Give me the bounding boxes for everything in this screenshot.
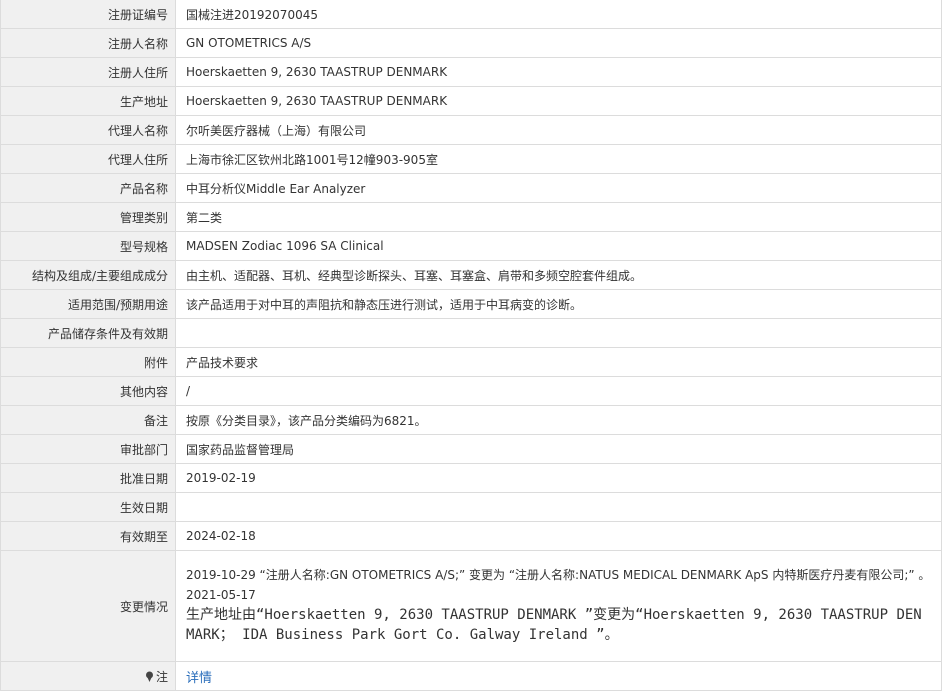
label-registrant-address: 注册人住所 bbox=[0, 57, 176, 87]
row-agent-name: 代理人名称 尔听美医疗器械（上海）有限公司 bbox=[0, 115, 942, 145]
row-change-history: 变更情况 2019-10-29 “注册人名称:GN OTOMETRICS A/S… bbox=[0, 550, 942, 662]
label-note: 注 bbox=[0, 661, 176, 691]
value-registrant-name: GN OTOMETRICS A/S bbox=[175, 28, 942, 58]
value-approval-department: 国家药品监督管理局 bbox=[175, 434, 942, 464]
value-other-content: / bbox=[175, 376, 942, 406]
label-agent-address: 代理人住所 bbox=[0, 144, 176, 174]
row-management-category: 管理类别 第二类 bbox=[0, 202, 942, 232]
label-storage-conditions: 产品储存条件及有效期 bbox=[0, 318, 176, 348]
value-storage-conditions bbox=[175, 318, 942, 348]
label-model-spec: 型号规格 bbox=[0, 231, 176, 261]
value-product-name: 中耳分析仪Middle Ear Analyzer bbox=[175, 173, 942, 203]
row-valid-until: 有效期至 2024-02-18 bbox=[0, 521, 942, 551]
value-agent-address: 上海市徐汇区钦州北路1001号12幢903-905室 bbox=[175, 144, 942, 174]
label-product-name: 产品名称 bbox=[0, 173, 176, 203]
label-remarks: 备注 bbox=[0, 405, 176, 435]
row-approval-department: 审批部门 国家药品监督管理局 bbox=[0, 434, 942, 464]
value-registration-no: 国械注进20192070045 bbox=[175, 0, 942, 29]
label-registration-no: 注册证编号 bbox=[0, 0, 176, 29]
label-agent-name: 代理人名称 bbox=[0, 115, 176, 145]
row-agent-address: 代理人住所 上海市徐汇区钦州北路1001号12幢903-905室 bbox=[0, 144, 942, 174]
value-production-address: Hoerskaetten 9, 2630 TAASTRUP DENMARK bbox=[175, 86, 942, 116]
value-management-category: 第二类 bbox=[175, 202, 942, 232]
pin-icon bbox=[145, 671, 153, 682]
value-remarks: 按原《分类目录》，该产品分类编码为6821。 bbox=[175, 405, 942, 435]
label-production-address: 生产地址 bbox=[0, 86, 176, 116]
change-entry-1: 2019-10-29 “注册人名称:GN OTOMETRICS A/S;” 变更… bbox=[186, 568, 931, 582]
details-link[interactable]: 详情 bbox=[186, 671, 212, 686]
row-registrant-address: 注册人住所 Hoerskaetten 9, 2630 TAASTRUP DENM… bbox=[0, 57, 942, 87]
label-intended-use: 适用范围/预期用途 bbox=[0, 289, 176, 319]
row-remarks: 备注 按原《分类目录》，该产品分类编码为6821。 bbox=[0, 405, 942, 435]
label-structure-composition: 结构及组成/主要组成成分 bbox=[0, 260, 176, 290]
row-attachment: 附件 产品技术要求 bbox=[0, 347, 942, 377]
row-intended-use: 适用范围/预期用途 该产品适用于对中耳的声阻抗和静态压进行测试，适用于中耳病变的… bbox=[0, 289, 942, 319]
label-change-history: 变更情况 bbox=[0, 550, 176, 662]
row-model-spec: 型号规格 MADSEN Zodiac 1096 SA Clinical bbox=[0, 231, 942, 261]
row-other-content: 其他内容 / bbox=[0, 376, 942, 406]
label-approval-date: 批准日期 bbox=[0, 463, 176, 493]
value-effective-date bbox=[175, 492, 942, 522]
value-attachment: 产品技术要求 bbox=[175, 347, 942, 377]
label-other-content: 其他内容 bbox=[0, 376, 176, 406]
row-storage-conditions: 产品储存条件及有效期 bbox=[0, 318, 942, 348]
label-effective-date: 生效日期 bbox=[0, 492, 176, 522]
row-registration-no: 注册证编号 国械注进20192070045 bbox=[0, 0, 942, 29]
change-entry-2-date: 2021-05-17 bbox=[186, 588, 256, 602]
label-registrant-name: 注册人名称 bbox=[0, 28, 176, 58]
row-registrant-name: 注册人名称 GN OTOMETRICS A/S bbox=[0, 28, 942, 58]
value-change-history: 2019-10-29 “注册人名称:GN OTOMETRICS A/S;” 变更… bbox=[175, 550, 942, 662]
change-entry-2: 生产地址由“Hoerskaetten 9, 2630 TAASTRUP DENM… bbox=[186, 607, 922, 643]
note-label-text: 注 bbox=[155, 669, 168, 684]
row-note: 注 详情 bbox=[0, 661, 942, 691]
value-registrant-address: Hoerskaetten 9, 2630 TAASTRUP DENMARK bbox=[175, 57, 942, 87]
row-production-address: 生产地址 Hoerskaetten 9, 2630 TAASTRUP DENMA… bbox=[0, 86, 942, 116]
label-attachment: 附件 bbox=[0, 347, 176, 377]
value-model-spec: MADSEN Zodiac 1096 SA Clinical bbox=[175, 231, 942, 261]
registration-detail-table: 注册证编号 国械注进20192070045 注册人名称 GN OTOMETRIC… bbox=[0, 0, 942, 691]
value-approval-date: 2019-02-19 bbox=[175, 463, 942, 493]
label-valid-until: 有效期至 bbox=[0, 521, 176, 551]
value-valid-until: 2024-02-18 bbox=[175, 521, 942, 551]
row-approval-date: 批准日期 2019-02-19 bbox=[0, 463, 942, 493]
value-intended-use: 该产品适用于对中耳的声阻抗和静态压进行测试，适用于中耳病变的诊断。 bbox=[175, 289, 942, 319]
label-approval-department: 审批部门 bbox=[0, 434, 176, 464]
value-note: 详情 bbox=[175, 661, 942, 691]
label-management-category: 管理类别 bbox=[0, 202, 176, 232]
value-agent-name: 尔听美医疗器械（上海）有限公司 bbox=[175, 115, 942, 145]
row-product-name: 产品名称 中耳分析仪Middle Ear Analyzer bbox=[0, 173, 942, 203]
row-structure-composition: 结构及组成/主要组成成分 由主机、适配器、耳机、经典型诊断探头、耳塞、耳塞盒、肩… bbox=[0, 260, 942, 290]
value-structure-composition: 由主机、适配器、耳机、经典型诊断探头、耳塞、耳塞盒、肩带和多频空腔套件组成。 bbox=[175, 260, 942, 290]
row-effective-date: 生效日期 bbox=[0, 492, 942, 522]
